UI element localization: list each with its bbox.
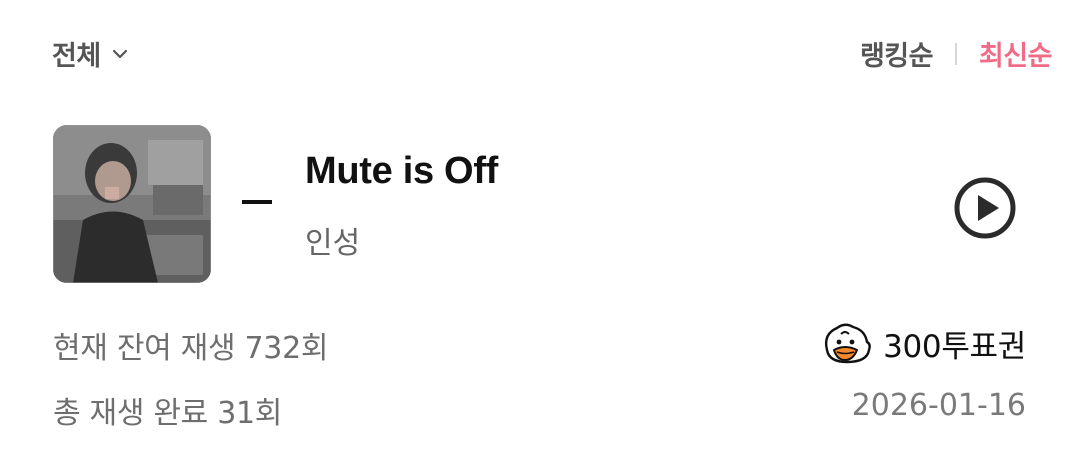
vote-count: 300투표권	[883, 328, 1026, 365]
play-circle-icon[interactable]	[953, 176, 1017, 240]
chevron-down-icon	[111, 45, 129, 63]
sort-divider	[954, 42, 957, 65]
filter-label: 전체	[52, 41, 101, 72]
sort-ranking-button[interactable]: 랭킹순	[860, 34, 934, 73]
filter-dropdown[interactable]: 전체	[52, 34, 129, 73]
album-cover[interactable]	[53, 125, 211, 283]
duck-icon	[819, 320, 873, 366]
artist-name: 인성	[305, 226, 361, 261]
song-title[interactable]: Mute is Off	[305, 150, 498, 193]
date-label: 2026-01-16	[851, 388, 1026, 423]
completed-plays: 총 재생 완료 31회	[53, 396, 283, 431]
remaining-plays: 현재 잔여 재생 732회	[53, 331, 329, 366]
sort-latest-button[interactable]: 최신순	[979, 34, 1053, 73]
sort-options: 랭킹순 최신순	[860, 34, 1053, 73]
vote-reward: 300투표권	[819, 320, 1026, 366]
song-prefix-mark	[242, 200, 272, 204]
